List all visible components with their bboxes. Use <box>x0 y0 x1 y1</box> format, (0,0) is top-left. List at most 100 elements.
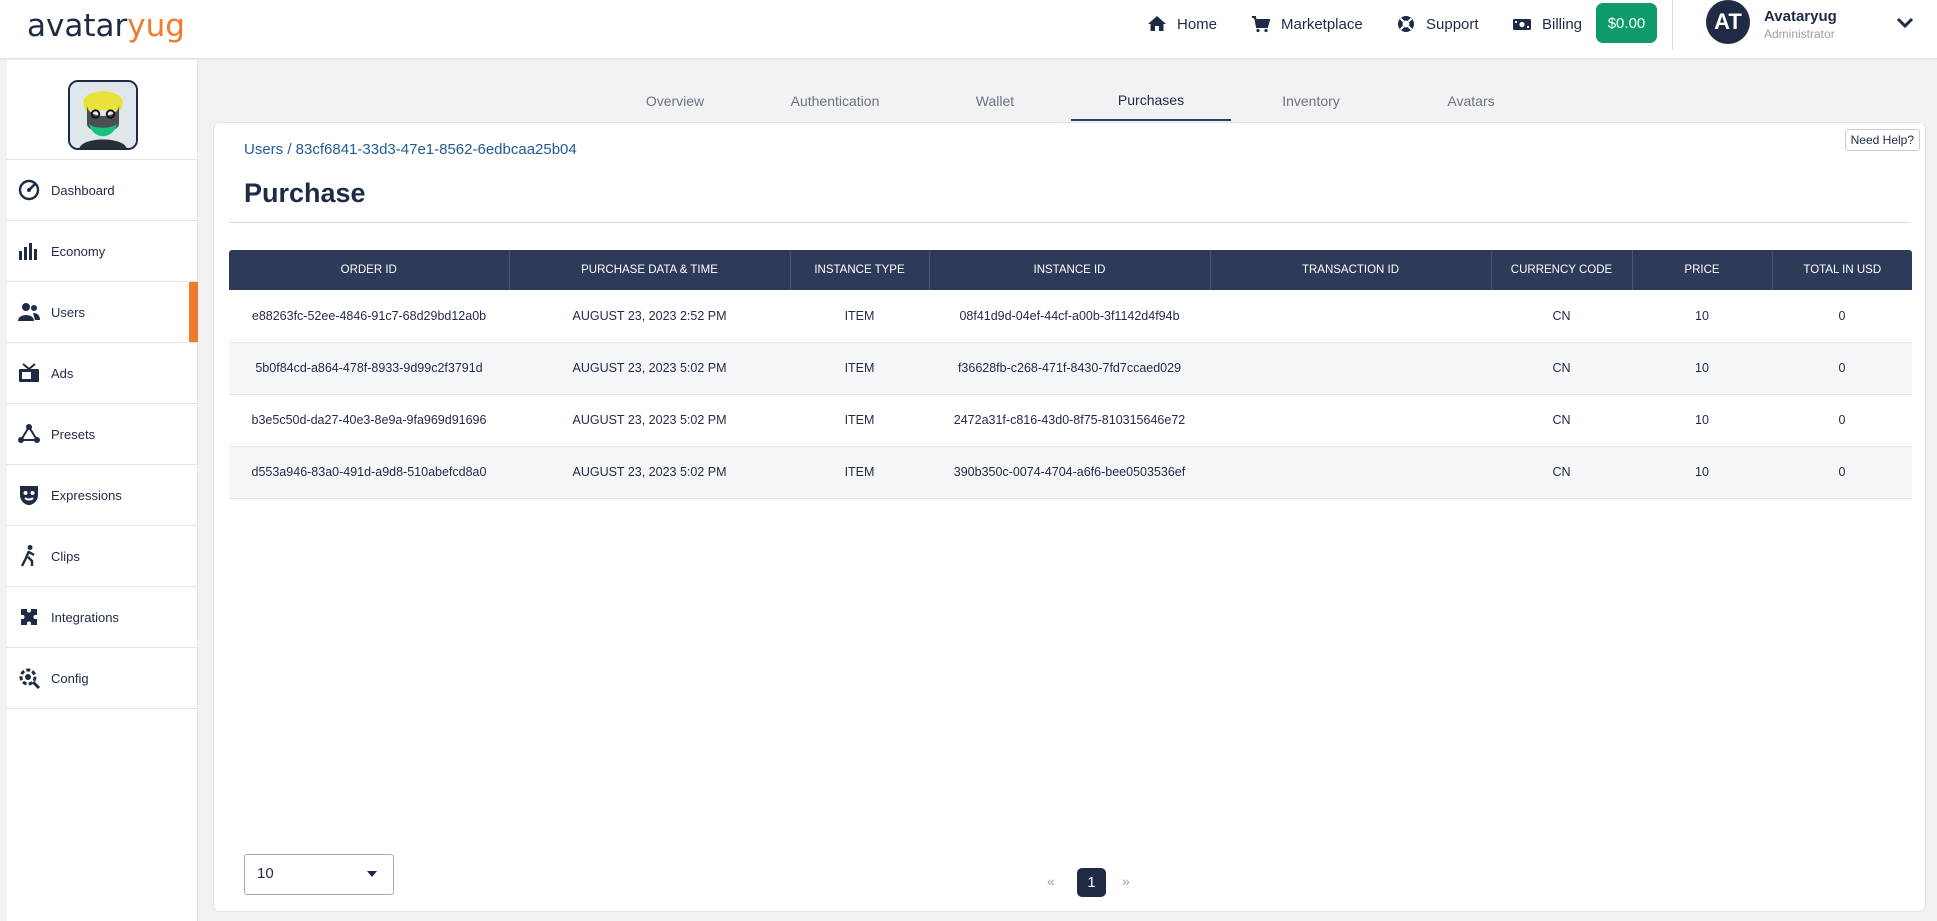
total-usd-cell: 0 <box>1772 342 1912 395</box>
sidebar-item-dashboard[interactable]: Dashboard <box>7 160 198 221</box>
nav-support-label: Support <box>1426 15 1479 33</box>
nav-home-label: Home <box>1177 15 1218 33</box>
integrations-icon <box>21 609 37 625</box>
breadcrumb[interactable]: Users / 83cf6841-33d3-47e1-8562-6edbcaa2… <box>244 141 577 158</box>
column-header[interactable]: PRICE <box>1632 250 1773 290</box>
currency-code-cell: CN <box>1491 290 1632 343</box>
nav-support[interactable]: Support <box>1396 14 1479 34</box>
sidebar-item-integrations[interactable]: Integrations <box>7 587 198 648</box>
purchases-panel: Need Help? Users / 83cf6841-33d3-47e1-85… <box>213 122 1926 912</box>
instance-type-cell: ITEM <box>790 394 929 447</box>
purchase-date-cell: AUGUST 23, 2023 5:02 PM <box>509 446 790 499</box>
sidebar-item-clips[interactable]: Clips <box>7 526 198 587</box>
instance-type-cell: ITEM <box>790 290 929 343</box>
page-size-value: 10 <box>257 865 274 882</box>
instance-id-cell: f36628fb-c268-471f-8430-7fd7ccaed029 <box>929 342 1210 395</box>
nav-home[interactable]: Home <box>1147 14 1217 34</box>
total-usd-cell: 0 <box>1772 446 1912 499</box>
order-id-cell: d553a946-83a0-491d-a9d8-510abefcd8a0 <box>229 446 509 499</box>
ads-icon <box>19 363 39 382</box>
economy-icon <box>19 243 37 260</box>
sidebar-item-label: Ads <box>51 365 74 381</box>
sidebar-item-label: Users <box>51 304 85 320</box>
profile-avatar-image <box>68 80 138 150</box>
table-header-row: ORDER ID PURCHASE DATA & TIME INSTANCE T… <box>229 250 1912 290</box>
expressions-icon <box>20 486 38 505</box>
title-divider <box>229 222 1910 223</box>
tab-wallet[interactable]: Wallet <box>915 80 1075 121</box>
page-title: Purchase <box>244 178 366 208</box>
price-cell: 10 <box>1632 290 1772 343</box>
table-row[interactable]: b3e5c50d-da27-40e3-8e9a-9fa969d91696 AUG… <box>229 394 1912 447</box>
chevron-down-icon[interactable] <box>1896 16 1914 30</box>
sidebar-item-label: Economy <box>51 243 106 259</box>
transaction-id-cell <box>1210 342 1491 395</box>
column-header[interactable]: ORDER ID <box>229 250 510 290</box>
tab-overview[interactable]: Overview <box>595 80 755 121</box>
users-icon <box>18 303 40 321</box>
pagination-prev-button[interactable]: « <box>1047 873 1055 889</box>
currency-code-cell: CN <box>1491 394 1632 447</box>
sidebar-item-presets[interactable]: Presets <box>7 404 198 465</box>
tab-avatars[interactable]: Avatars <box>1391 80 1551 121</box>
sidebar-item-label: Presets <box>51 426 96 442</box>
sidebar-item-label: Integrations <box>51 609 119 625</box>
column-header[interactable]: INSTANCE TYPE <box>790 250 930 290</box>
sidebar-item-label: Dashboard <box>51 182 115 198</box>
column-header[interactable]: PURCHASE DATA & TIME <box>509 250 791 290</box>
price-cell: 10 <box>1632 446 1772 499</box>
clips-icon <box>20 545 35 567</box>
sidebar: Dashboard Economy Users Ads Presets Expr… <box>7 60 198 921</box>
sidebar-menu: Dashboard Economy Users Ads Presets Expr… <box>7 159 198 709</box>
tab-purchases[interactable]: Purchases <box>1071 80 1231 121</box>
sidebar-item-expressions[interactable]: Expressions <box>7 465 198 526</box>
sidebar-item-config[interactable]: Config <box>7 648 198 709</box>
order-id-cell: e88263fc-52ee-4846-91c7-68d29bd12a0b <box>229 290 509 343</box>
user-avatar[interactable]: AT <box>1706 0 1750 44</box>
table-row[interactable]: e88263fc-52ee-4846-91c7-68d29bd12a0b AUG… <box>229 290 1912 343</box>
dashboard-icon <box>18 179 40 201</box>
purchases-table: ORDER ID PURCHASE DATA & TIME INSTANCE T… <box>229 250 1912 499</box>
config-icon <box>19 668 41 690</box>
currency-code-cell: CN <box>1491 446 1632 499</box>
pagination-next-button[interactable]: » <box>1122 873 1130 889</box>
tab-authentication[interactable]: Authentication <box>755 80 915 121</box>
instance-id-cell: 390b350c-0074-4704-a6f6-bee0503536ef <box>929 446 1210 499</box>
total-usd-cell: 0 <box>1772 290 1912 343</box>
top-bar: avataryug Home Marketplace Support Billi… <box>0 0 1937 59</box>
sidebar-item-label: Expressions <box>51 487 122 503</box>
brand-logo[interactable]: avataryug <box>27 8 185 44</box>
sidebar-item-economy[interactable]: Economy <box>7 221 198 282</box>
pagination-page-button[interactable]: 1 <box>1077 868 1106 897</box>
cart-icon <box>1252 16 1271 33</box>
purchase-date-cell: AUGUST 23, 2023 5:02 PM <box>509 342 790 395</box>
table-row[interactable]: 5b0f84cd-a864-478f-8933-9d99c2f3791d AUG… <box>229 342 1912 395</box>
instance-id-cell: 08f41d9d-04ef-44cf-a00b-3f1142d4f94b <box>929 290 1210 343</box>
column-header[interactable]: CURRENCY CODE <box>1491 250 1633 290</box>
transaction-id-cell <box>1210 290 1491 343</box>
sidebar-item-label: Config <box>51 670 89 686</box>
column-header[interactable]: TOTAL IN USD <box>1772 250 1912 290</box>
column-header[interactable]: TRANSACTION ID <box>1210 250 1492 290</box>
nav-marketplace-label: Marketplace <box>1281 15 1363 33</box>
billing-icon <box>1513 19 1531 30</box>
support-icon <box>1398 16 1414 32</box>
brand-logo-part2: yug <box>127 8 185 44</box>
need-help-button[interactable]: Need Help? <box>1844 129 1920 151</box>
wallet-balance-button[interactable]: $0.00 <box>1596 3 1657 43</box>
sidebar-item-label: Clips <box>51 548 80 564</box>
table-row[interactable]: d553a946-83a0-491d-a9d8-510abefcd8a0 AUG… <box>229 446 1912 499</box>
nav-marketplace[interactable]: Marketplace <box>1251 14 1363 34</box>
sidebar-item-ads[interactable]: Ads <box>7 343 198 404</box>
order-id-cell: b3e5c50d-da27-40e3-8e9a-9fa969d91696 <box>229 394 509 447</box>
sidebar-item-users[interactable]: Users <box>7 282 198 343</box>
instance-type-cell: ITEM <box>790 342 929 395</box>
user-name: Avataryug <box>1764 8 1837 25</box>
page-size-select[interactable]: 10 <box>244 854 394 895</box>
caret-down-icon <box>367 871 377 877</box>
instance-type-cell: ITEM <box>790 446 929 499</box>
column-header[interactable]: INSTANCE ID <box>929 250 1211 290</box>
transaction-id-cell <box>1210 394 1491 447</box>
nav-billing[interactable]: Billing <box>1512 14 1582 34</box>
tab-inventory[interactable]: Inventory <box>1231 80 1391 121</box>
